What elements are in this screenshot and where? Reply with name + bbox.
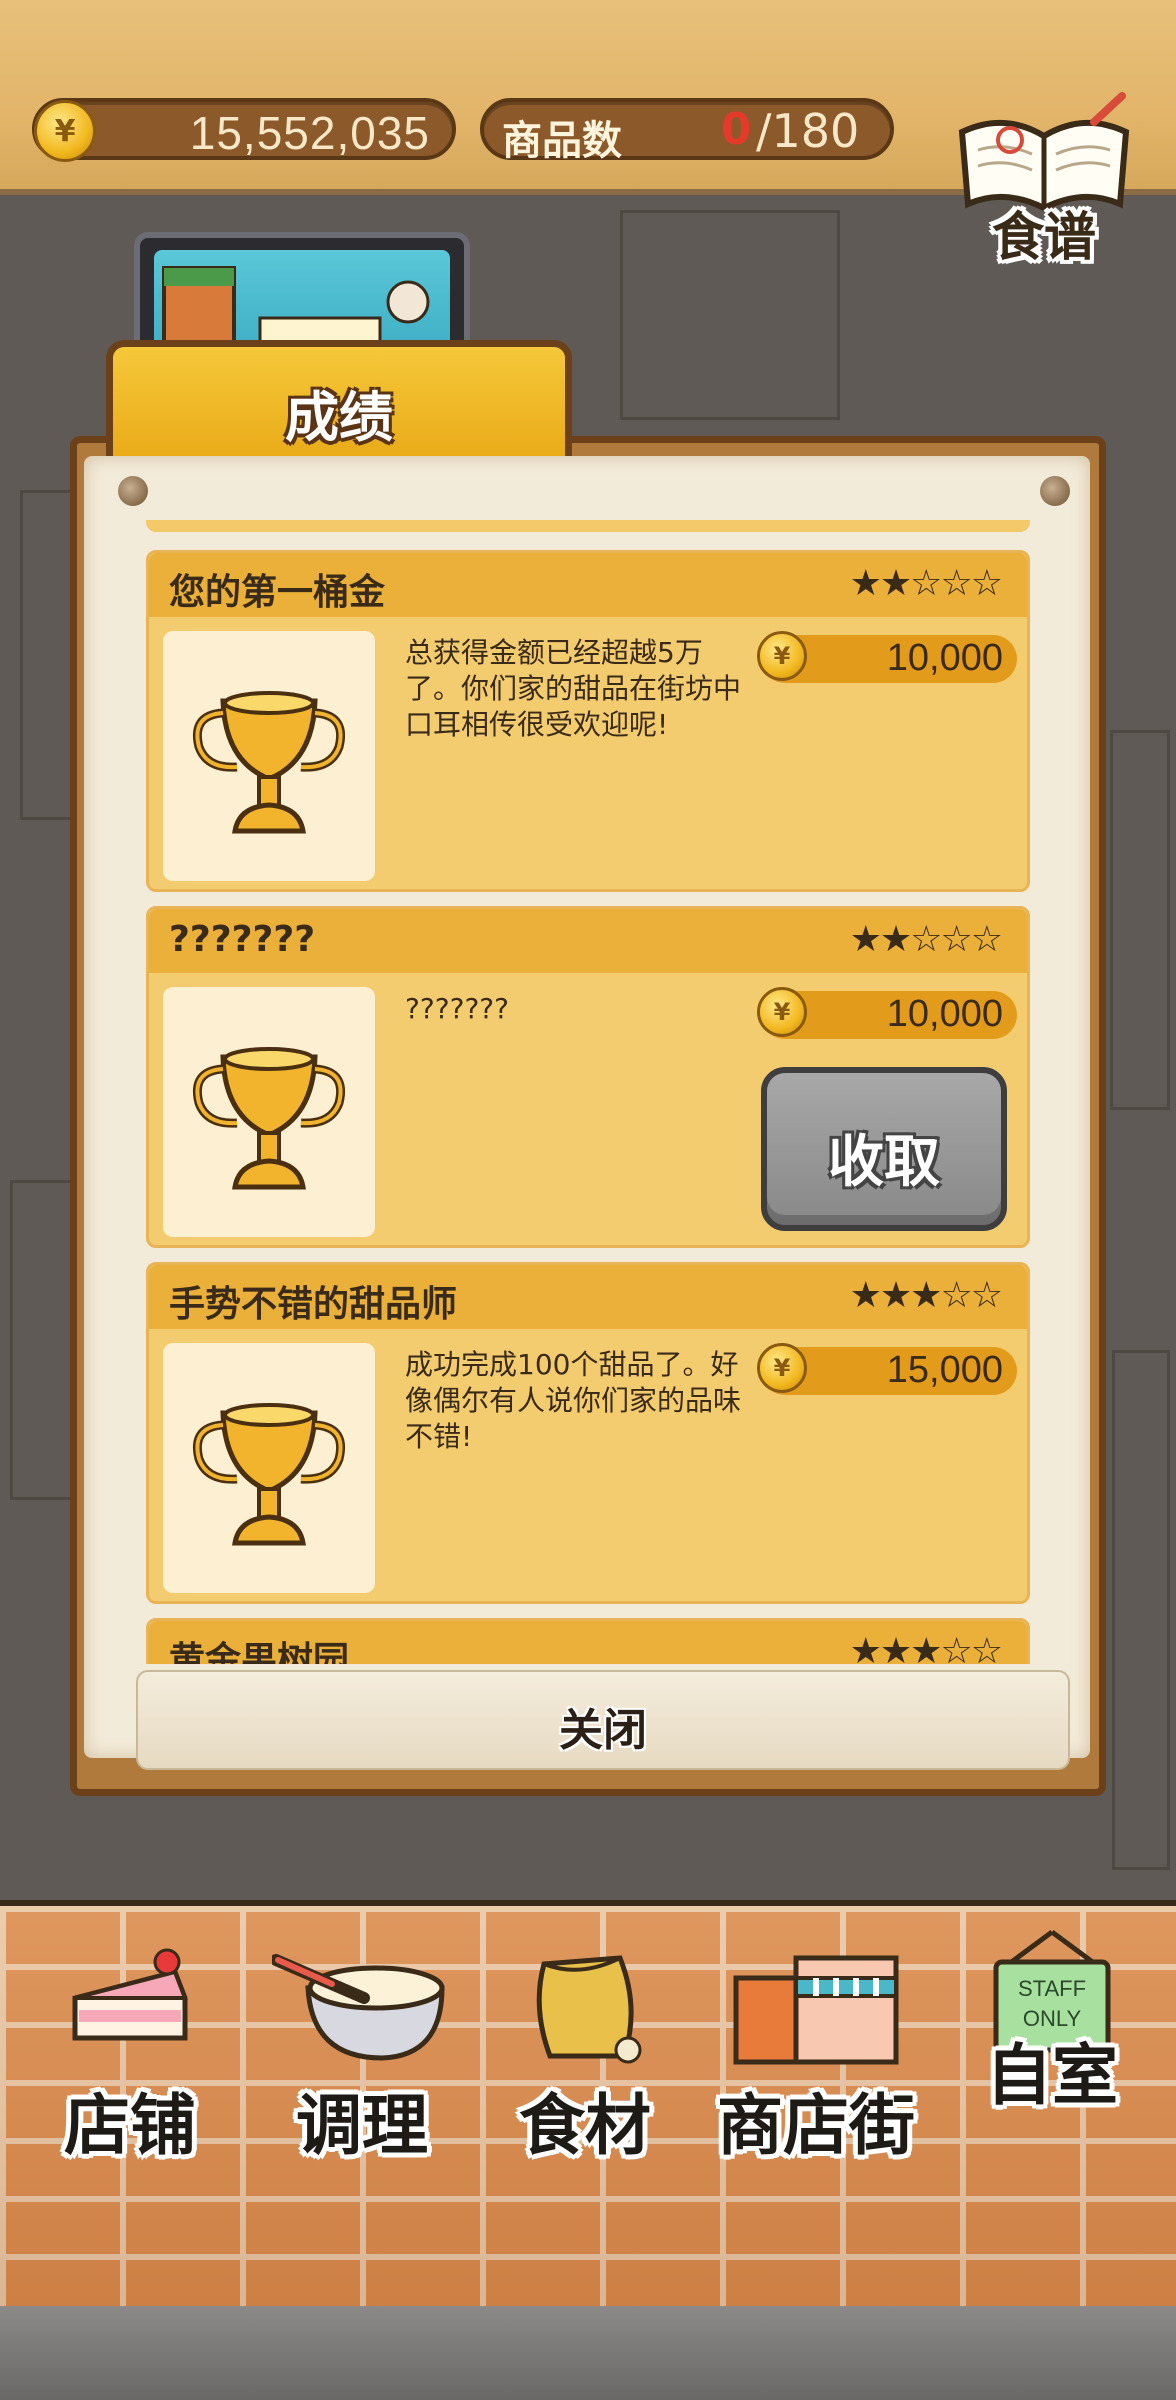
card-header: 黄金果树园 ★★★☆☆ [149,1621,1027,1664]
nav-room-label: 自室 [986,2037,1118,2114]
pin-icon [1040,476,1070,506]
collect-button[interactable]: 收取 [761,1067,1007,1231]
close-button[interactable]: 关闭 [136,1670,1070,1770]
trophy-frame [163,987,375,1237]
nav-shop-label: 店铺 [64,2087,196,2164]
trophy-frame [163,631,375,881]
reward-display: ¥ 10,000 [757,631,1017,683]
achievement-description: ??????? [405,992,510,1025]
trophy-icon [193,1047,345,1190]
money-value: 15,552,035 [189,107,430,159]
mixing-bowl-icon [272,1954,445,2061]
achievement-title: 您的第一桶金 [169,572,386,613]
achievement-card: 黄金果树园 ★★★☆☆ [146,1618,1030,1664]
achievement-title: 手势不错的甜品师 [169,1284,458,1325]
achievement-title: ??????? [169,919,316,960]
achievement-description: 总获得金额已经超越5万了。你们家的甜品在街坊中口耳相传很受欢迎呢! [405,636,742,741]
list-separator [146,520,1030,532]
footer-strip [0,2306,1176,2400]
top-bar: ¥ 15,552,035 商品数 0 /180 食谱 [0,0,1176,268]
reward-display: ¥ 15,000 [757,1343,1017,1395]
reward-value: 15,000 [886,1349,1003,1391]
panel-title: 成绩 [285,386,393,449]
star-rating: ★★★☆☆ [849,1631,1003,1664]
achievement-description: 成功完成100个甜品了。好像偶尔有人说你们家的品味不错! [405,1348,742,1453]
nav-street-label: 商店街 [717,2087,915,2164]
reward-display: ¥ 10,000 [757,987,1017,1039]
reward-value: 10,000 [886,993,1003,1035]
collect-label: 收取 [828,1130,940,1195]
flour-sack-icon [536,1955,642,2064]
star-rating: ★★☆☆☆ [849,919,1003,960]
item-count-label: 商品数 [502,118,622,164]
nav-cook-label: 调理 [296,2087,428,2164]
staff-sign-text: STAFF [1018,1976,1086,2001]
achievement-list[interactable]: 您的第一桶金 ★★☆☆☆ 总获得金额已经超越5万了。你们家的甜品在街坊中口耳相传… [146,520,1030,1664]
coin-icon: ¥ [757,1343,807,1393]
nav-street[interactable]: 商店街 [696,1918,936,2168]
achievement-title: 黄金果树园 [169,1640,350,1664]
nav-shop[interactable]: 店铺 [30,1918,230,2168]
nav-ingredients[interactable]: 食材 [500,1918,670,2168]
star-rating: ★★☆☆☆ [849,563,1003,604]
nav-cook[interactable]: 调理 [262,1918,462,2168]
achievement-card: 手势不错的甜品师 ★★★☆☆ 成功完成100个甜品了。好像偶尔有人说你们家的品味… [146,1262,1030,1604]
nav-room[interactable]: STAFF ONLY 自室 [962,1906,1142,2156]
coin-icon: ¥ [757,987,807,1037]
coin-icon: ¥ [757,631,807,681]
achievement-card: ??????? ★★☆☆☆ ??????? ¥ 10,000 收取 [146,906,1030,1248]
nav-ingredients-label: 食材 [519,2087,651,2164]
panel-tab: 成绩 [106,340,572,464]
pin-icon [118,476,148,506]
item-count-max: /180 [756,104,860,158]
close-label: 关闭 [559,1705,647,1756]
card-header: 您的第一桶金 ★★☆☆☆ [149,553,1027,617]
star-rating: ★★★☆☆ [849,1275,1003,1316]
reward-value: 10,000 [886,637,1003,679]
card-header: ??????? ★★☆☆☆ [149,909,1027,973]
item-count-display: 商品数 0 /180 [480,98,894,164]
bottom-nav: 店铺 调理 食材 商店街 STAFF ONLY 自室 [0,1900,1176,2306]
coin-icon: ¥ [34,100,96,162]
shop-street-icon [733,1955,899,2065]
item-count-current: 0 [720,104,752,155]
trophy-icon [193,691,345,834]
trophy-frame [163,1343,375,1593]
card-header: 手势不错的甜品师 ★★★☆☆ [149,1265,1027,1329]
trophy-icon [193,1403,345,1546]
cake-icon [72,1948,188,2041]
achievement-card: 您的第一桶金 ★★☆☆☆ 总获得金额已经超越5万了。你们家的甜品在街坊中口耳相传… [146,550,1030,892]
money-display: ¥ 15,552,035 [32,98,456,162]
